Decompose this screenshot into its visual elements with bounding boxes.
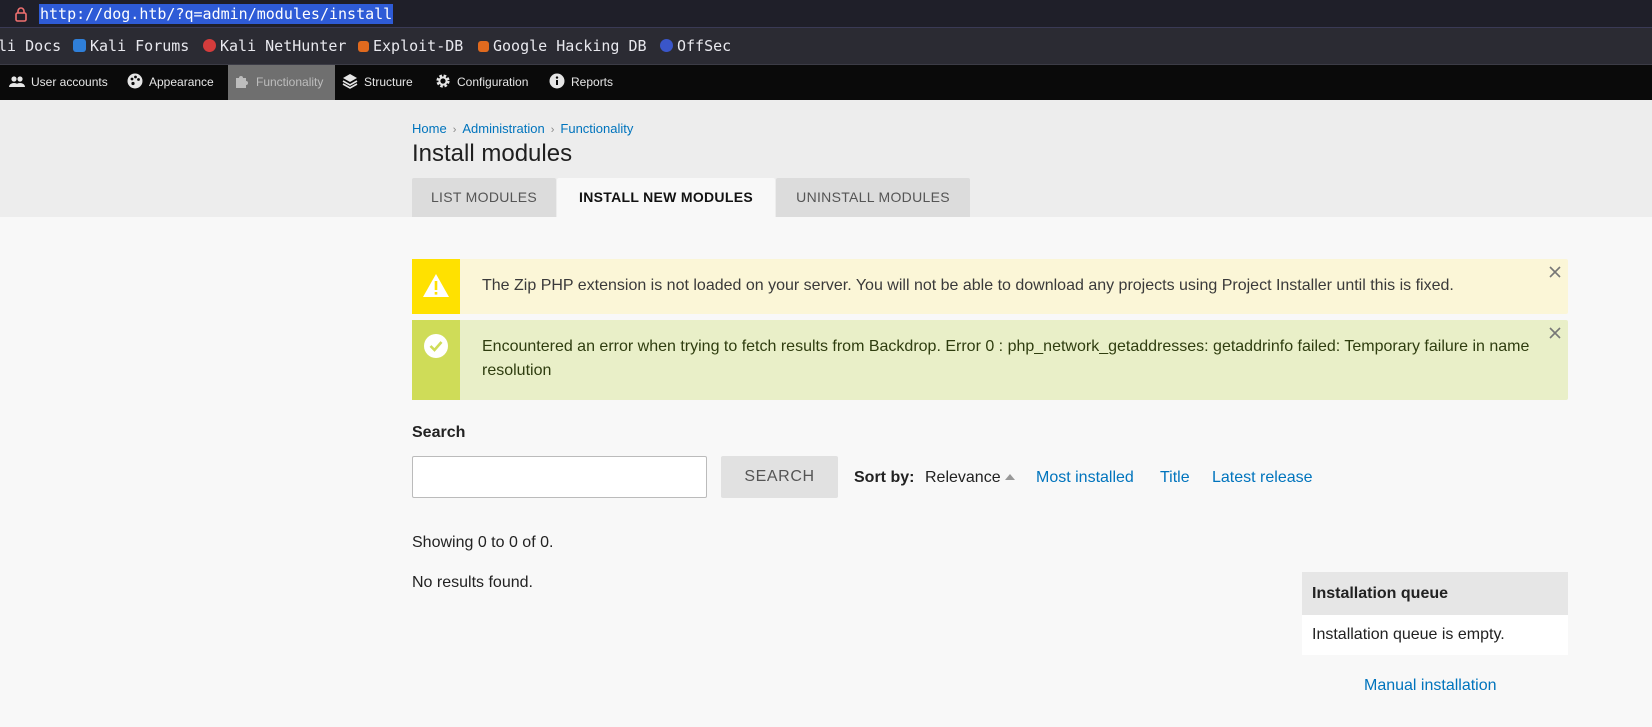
admin-item-configuration[interactable]: Configuration: [435, 65, 528, 100]
lock-icon: [15, 7, 27, 22]
admin-item-functionality[interactable]: Functionality: [228, 65, 336, 100]
close-icon[interactable]: [1548, 326, 1562, 340]
sort-relevance[interactable]: Relevance: [925, 469, 1001, 487]
puzzle-icon: [236, 76, 248, 88]
sort-most-installed[interactable]: Most installed: [1036, 469, 1134, 487]
breadcrumb-administration[interactable]: Administration: [462, 121, 544, 136]
installation-queue-body: Installation queue is empty.: [1302, 615, 1568, 655]
sort-latest-release[interactable]: Latest release: [1212, 469, 1313, 487]
kali-nethunter-icon: [203, 39, 216, 52]
bookmark-google-hacking-db[interactable]: Google Hacking DB: [478, 28, 647, 65]
bookmark-kali-docs[interactable]: li Docs: [0, 28, 61, 65]
url-text[interactable]: http://dog.htb/?q=admin/modules/install: [39, 4, 394, 24]
search-button[interactable]: SEARCH: [721, 456, 838, 498]
url-bar[interactable]: http://dog.htb/?q=admin/modules/install: [0, 0, 1652, 28]
admin-item-structure[interactable]: Structure: [342, 65, 413, 100]
tab-list-modules[interactable]: LIST MODULES: [412, 178, 556, 217]
palette-icon: [127, 73, 143, 89]
warning-message-text: The Zip PHP extension is not loaded on y…: [482, 277, 1454, 294]
page-header: Home › Administration › Functionality Instal…: [0, 100, 1652, 217]
users-icon: [9, 76, 25, 87]
admin-item-appearance[interactable]: Appearance: [127, 65, 214, 100]
warning-message: The Zip PHP extension is not loaded on y…: [412, 259, 1568, 314]
search-input[interactable]: [412, 456, 707, 498]
tab-uninstall-modules[interactable]: UNINSTALL MODULES: [776, 178, 970, 217]
bookmarks-bar: li Docs Kali Forums Kali NetHunter Explo…: [0, 28, 1652, 65]
bookmark-offsec[interactable]: OffSec: [660, 28, 731, 65]
page-title: Install modules: [412, 140, 573, 167]
installation-queue: Installation queue Installation queue is…: [1302, 572, 1568, 655]
status-message: Encountered an error when trying to fetc…: [412, 320, 1568, 400]
breadcrumb-home[interactable]: Home: [412, 121, 447, 136]
bookmark-kali-forums[interactable]: Kali Forums: [73, 28, 189, 65]
tab-install-new-modules[interactable]: INSTALL NEW MODULES: [557, 178, 775, 217]
breadcrumb: Home › Administration › Functionality: [412, 121, 633, 136]
offsec-icon: [660, 39, 673, 52]
info-icon: [549, 73, 565, 89]
admin-item-reports[interactable]: Reports: [549, 65, 613, 100]
breadcrumb-functionality[interactable]: Functionality: [560, 121, 633, 136]
sort-title[interactable]: Title: [1160, 469, 1190, 487]
admin-item-user-accounts[interactable]: User accounts: [9, 65, 108, 100]
status-message-text: Encountered an error when trying to fetc…: [482, 338, 1530, 379]
layers-icon: [342, 74, 358, 89]
bookmark-exploit-db[interactable]: Exploit-DB: [358, 28, 463, 65]
gear-icon: [436, 74, 450, 88]
bookmark-kali-nethunter[interactable]: Kali NetHunter: [203, 28, 346, 65]
search-label: Search: [412, 424, 466, 441]
exploit-db-icon: [358, 41, 369, 52]
breadcrumb-separator-icon: ›: [452, 124, 457, 136]
admin-toolbar: User accounts Appearance Functionality S…: [0, 65, 1652, 100]
check-icon: [424, 334, 448, 358]
no-results-text: No results found.: [412, 574, 533, 591]
manual-installation-link[interactable]: Manual installation: [1364, 677, 1497, 695]
close-icon[interactable]: [1548, 265, 1562, 279]
warning-icon: [423, 274, 449, 297]
sort-ascending-icon: [1005, 474, 1015, 480]
kali-forums-icon: [73, 39, 86, 52]
results-count: Showing 0 to 0 of 0.: [412, 534, 554, 551]
sort-label: Sort by:: [854, 469, 915, 486]
breadcrumb-separator-icon: ›: [550, 124, 555, 136]
installation-queue-title: Installation queue: [1302, 572, 1568, 615]
ghdb-icon: [478, 41, 489, 52]
